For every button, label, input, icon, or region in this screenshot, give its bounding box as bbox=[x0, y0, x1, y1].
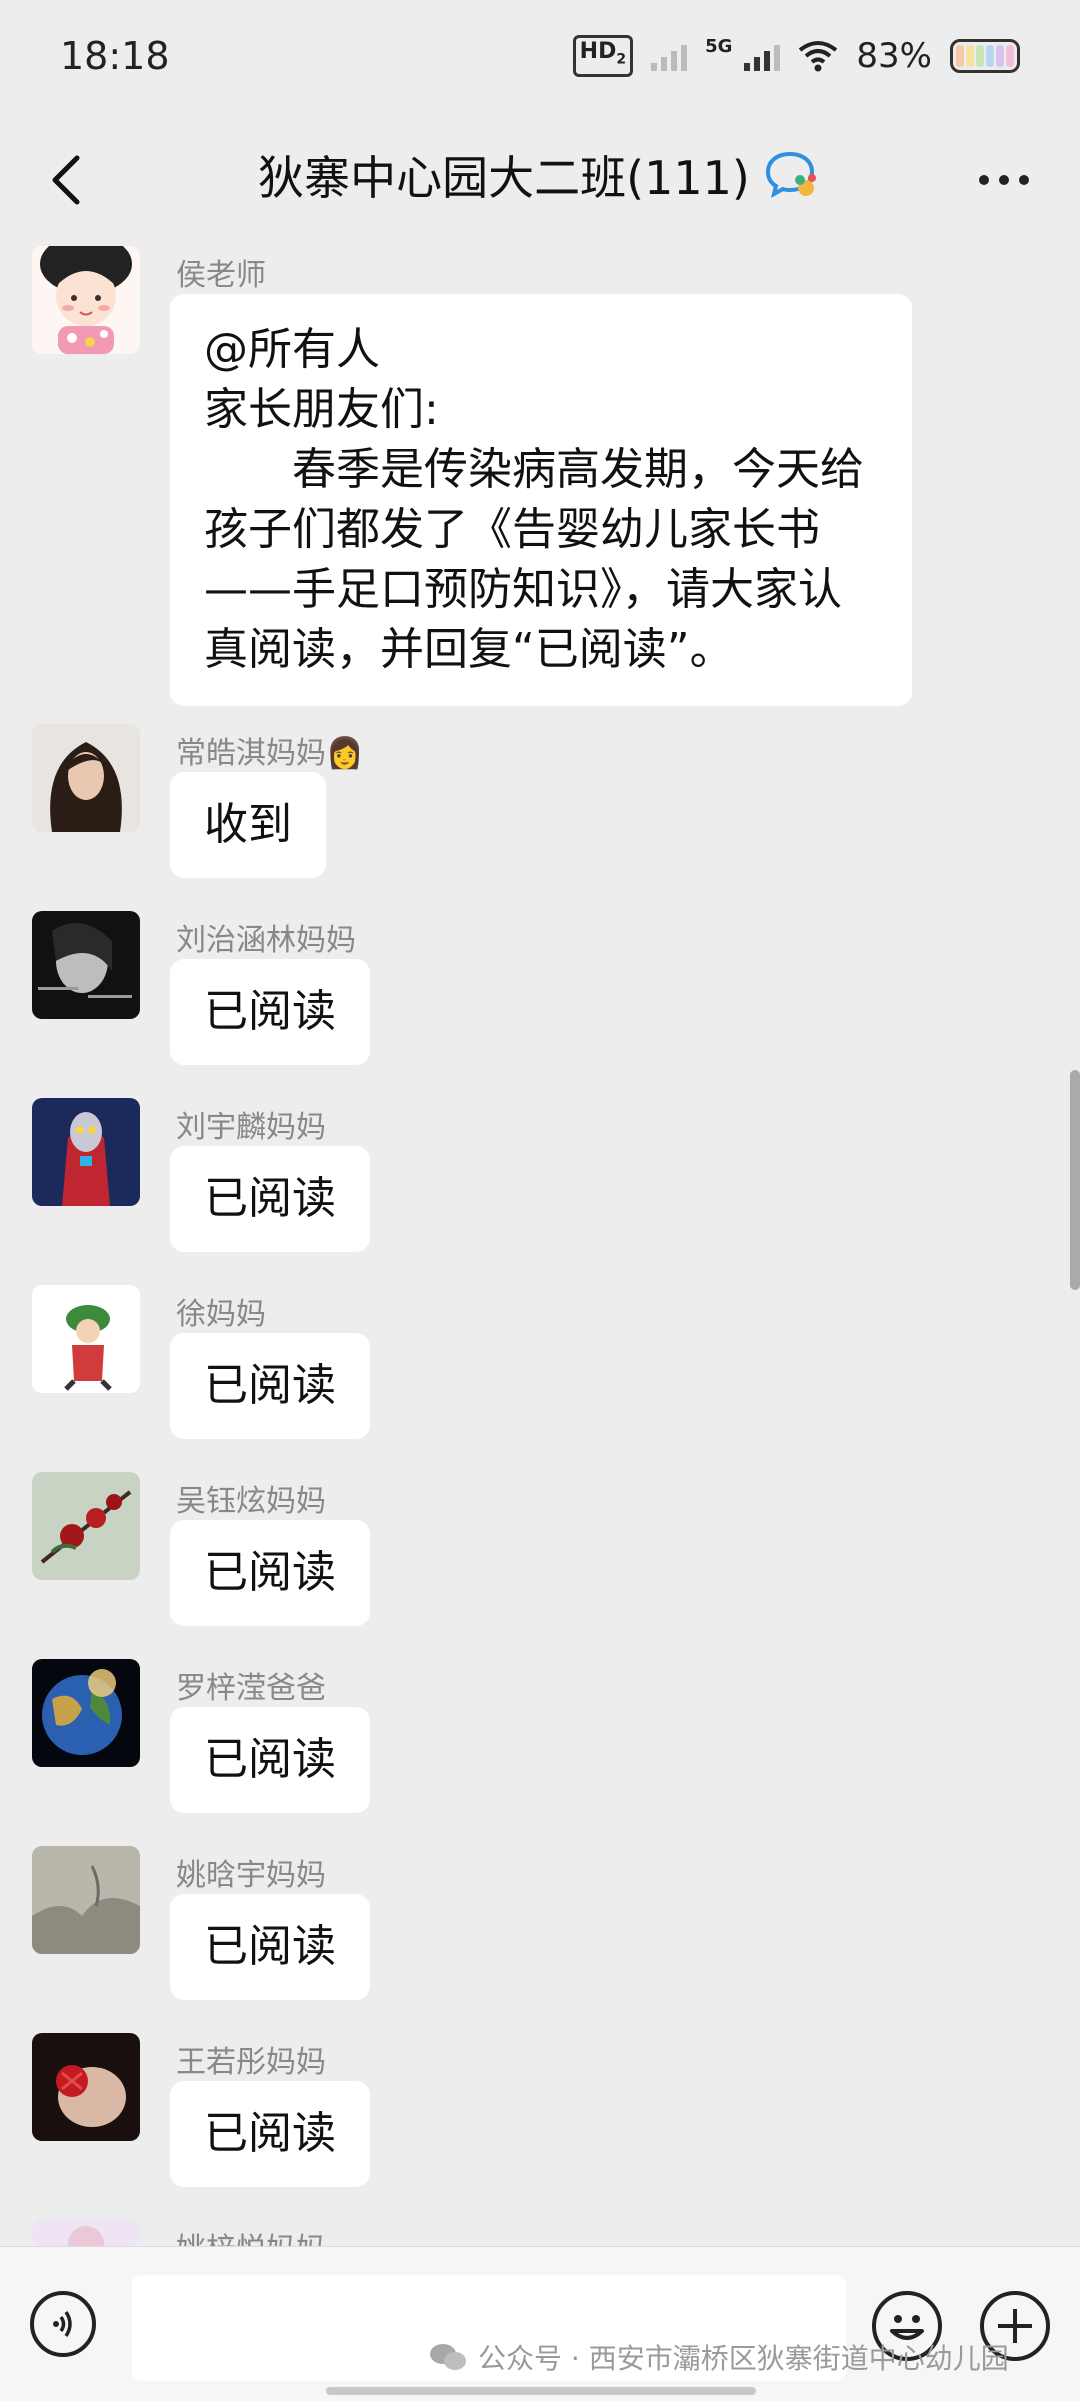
voice-input-button[interactable] bbox=[30, 2291, 96, 2357]
message-bubble[interactable]: 已阅读 bbox=[170, 1333, 370, 1439]
message-line: 真阅读，并回复“已阅读”。 bbox=[204, 624, 734, 675]
signal-icon-sim2 bbox=[744, 41, 781, 71]
message-line: ——手足口预防知识》，请大家认 bbox=[204, 564, 842, 615]
voice-icon bbox=[53, 2311, 72, 2337]
wechat-icon bbox=[430, 2344, 466, 2370]
sender-name: 徐妈妈 bbox=[176, 1297, 266, 1332]
message-bubble[interactable]: 已阅读 bbox=[170, 2081, 370, 2187]
chat-group-icon[interactable] bbox=[764, 150, 822, 200]
message-text: 已阅读 bbox=[204, 1921, 336, 1972]
network-type: 5G bbox=[705, 35, 733, 57]
message-text: 已阅读 bbox=[204, 1360, 336, 1411]
sender-name: 姚梓悦妈妈 bbox=[176, 2224, 326, 2248]
status-icons: HD2 5G 83% bbox=[572, 34, 1020, 78]
chat-title: 狄寨中心园大二班(111) bbox=[258, 151, 750, 205]
sender-name: 姚晗宇妈妈 bbox=[176, 1858, 326, 1893]
sender-name: 侯老师 bbox=[176, 258, 266, 293]
message-bubble[interactable]: 收到 bbox=[170, 772, 326, 878]
message-line: 春季是传染病高发期，今天给 bbox=[204, 444, 864, 495]
message-line: 孩子们都发了《告婴幼儿家长书 bbox=[204, 504, 820, 555]
message-text: 已阅读 bbox=[204, 1547, 336, 1598]
message-bubble[interactable]: 已阅读 bbox=[170, 1707, 370, 1813]
status-time: 18:18 bbox=[60, 34, 170, 78]
message-text: 收到 bbox=[204, 799, 292, 850]
battery-percent: 83% bbox=[856, 36, 932, 76]
scrollbar[interactable] bbox=[1070, 1070, 1080, 1290]
avatar[interactable] bbox=[32, 1285, 140, 1393]
avatar[interactable] bbox=[32, 1846, 140, 1954]
input-bar: 公众号 · 西安市灞桥区狄寨街道中心幼儿园 bbox=[0, 2246, 1080, 2401]
sender-name: 刘治涵林妈妈 bbox=[176, 923, 356, 958]
chat-header: 狄寨中心园大二班(111) bbox=[0, 120, 1080, 236]
avatar[interactable] bbox=[32, 2033, 140, 2141]
message-bubble[interactable]: @所有人 家长朋友们: 春季是传染病高发期，今天给 孩子们都发了《告婴幼儿家长书… bbox=[170, 294, 912, 706]
sender-name: 常皓淇妈妈👩 bbox=[176, 736, 364, 771]
avatar[interactable] bbox=[32, 246, 140, 354]
message-line: @所有人 bbox=[204, 324, 380, 375]
sender-name: 吴钰炫妈妈 bbox=[176, 1484, 326, 1519]
sender-name: 罗梓滢爸爸 bbox=[176, 1671, 326, 1706]
woman-emoji-icon: 👩 bbox=[326, 736, 364, 771]
sender-name: 王若彤妈妈 bbox=[176, 2045, 326, 2080]
home-indicator[interactable] bbox=[326, 2387, 756, 2395]
message-bubble[interactable]: 已阅读 bbox=[170, 1894, 370, 2000]
more-dots-icon bbox=[979, 175, 1029, 185]
wifi-icon bbox=[799, 41, 838, 72]
message-bubble[interactable]: 已阅读 bbox=[170, 1146, 370, 1252]
message-bubble[interactable]: 已阅读 bbox=[170, 1520, 370, 1626]
avatar[interactable] bbox=[32, 2220, 140, 2246]
more-options-button[interactable] bbox=[964, 150, 1044, 210]
avatar[interactable] bbox=[32, 911, 140, 1019]
message-line: 家长朋友们: bbox=[204, 384, 439, 435]
avatar[interactable] bbox=[32, 1659, 140, 1767]
watermark: 公众号 · 西安市灞桥区狄寨街道中心幼儿园 bbox=[428, 2337, 1009, 2377]
avatar[interactable] bbox=[32, 1472, 140, 1580]
chat-title-container: 狄寨中心园大二班(111) bbox=[0, 142, 1080, 208]
avatar[interactable] bbox=[32, 1098, 140, 1206]
sender-name: 刘宇麟妈妈 bbox=[176, 1110, 326, 1145]
message-bubble[interactable]: 已阅读 bbox=[170, 959, 370, 1065]
message-text: 已阅读 bbox=[204, 2108, 336, 2159]
avatar[interactable] bbox=[32, 724, 140, 832]
status-bar: 18:18 HD2 5G 83% bbox=[0, 0, 1080, 120]
battery-icon bbox=[950, 39, 1020, 73]
message-text: 已阅读 bbox=[204, 986, 336, 1037]
message-text: 已阅读 bbox=[204, 1734, 336, 1785]
signal-icon-sim1 bbox=[651, 41, 688, 71]
message-text: 已阅读 bbox=[204, 1173, 336, 1224]
hd-voice-icon: HD2 bbox=[572, 35, 634, 77]
